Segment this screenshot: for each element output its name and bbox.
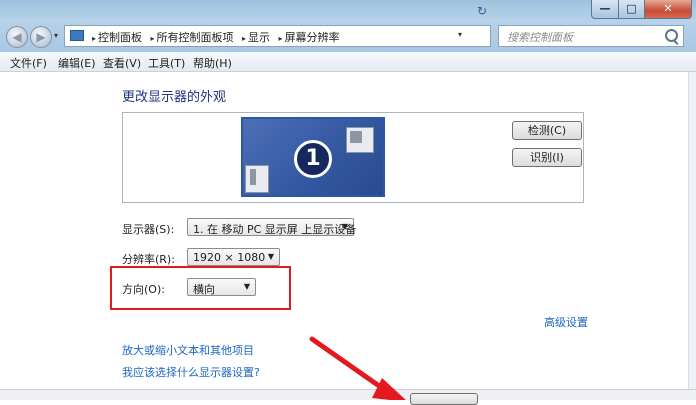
menu-view[interactable]: 查看(V) — [103, 55, 141, 71]
resolution-label: 分辨率(R): — [122, 253, 175, 266]
monitor-number-badge: 1 — [294, 140, 332, 178]
breadcrumb-control-panel[interactable]: 控制面板 — [98, 31, 142, 44]
recent-pages-dropdown[interactable]: ▾ — [54, 31, 58, 40]
display-select[interactable]: 1. 在 移动 PC 显示屏 上显示设备 ▼ — [187, 218, 357, 236]
search-placeholder: 搜索控制面板 — [507, 31, 573, 44]
display-settings-help-link[interactable]: 我应该选择什么显示器设置? — [122, 364, 260, 380]
close-icon: ✕ — [663, 2, 673, 15]
breadcrumb: ▸ 控制面板 ▸ 所有控制面板项 ▸ 显示 ▸ 屏幕分辨率 — [89, 29, 342, 45]
sidebar-thumbnail-icon — [245, 165, 269, 193]
resolution-select-value: 1920 × 1080 — [193, 251, 266, 264]
footer-bar — [0, 390, 696, 400]
address-dropdown-icon[interactable]: ▾ — [458, 30, 462, 39]
resolution-select[interactable]: 1920 × 1080 ▼ — [187, 248, 280, 266]
ok-button[interactable] — [410, 393, 478, 405]
menu-edit[interactable]: 编辑(E) — [58, 55, 96, 71]
breadcrumb-all-items[interactable]: 所有控制面板项 — [157, 31, 234, 44]
back-button[interactable]: ◀ — [6, 26, 28, 48]
breadcrumb-separator-icon[interactable]: ▸ — [151, 34, 155, 43]
magnify-text-link[interactable]: 放大或缩小文本和其他项目 — [122, 342, 254, 358]
menu-tools[interactable]: 工具(T) — [148, 55, 185, 71]
close-button[interactable]: ✕ — [644, 0, 692, 19]
forward-arrow-icon: ▶ — [36, 30, 46, 44]
breadcrumb-display[interactable]: 显示 — [248, 31, 270, 44]
identify-button[interactable]: 识别(I) — [512, 148, 582, 167]
search-icon[interactable] — [665, 29, 678, 42]
menu-bar: 文件(F) 编辑(E) 查看(V) 工具(T) 帮助(H) — [0, 52, 696, 72]
minimize-icon: — — [599, 2, 611, 15]
advanced-settings-link[interactable]: 高级设置 — [544, 314, 588, 330]
back-arrow-icon: ◀ — [12, 30, 22, 44]
vertical-scrollbar[interactable] — [688, 72, 696, 400]
orientation-highlight-box — [110, 266, 291, 310]
display-label: 显示器(S): — [122, 223, 175, 236]
forward-button[interactable]: ▶ — [30, 26, 52, 48]
breadcrumb-screen-resolution[interactable]: 屏幕分辨率 — [285, 31, 340, 44]
chevron-down-icon: ▼ — [267, 252, 274, 261]
menu-file[interactable]: 文件(F) — [10, 55, 47, 71]
window-thumbnail-icon — [346, 127, 374, 153]
breadcrumb-separator-icon[interactable]: ▸ — [92, 34, 96, 43]
minimize-button[interactable]: — — [591, 0, 619, 19]
refresh-icon[interactable]: ↻ — [474, 4, 490, 18]
chevron-down-icon: ▼ — [341, 222, 348, 231]
display-select-value: 1. 在 移动 PC 显示屏 上显示设备 — [193, 223, 357, 236]
breadcrumb-separator-icon[interactable]: ▸ — [279, 34, 283, 43]
control-panel-icon — [70, 30, 84, 41]
menu-help[interactable]: 帮助(H) — [193, 55, 232, 71]
breadcrumb-separator-icon[interactable]: ▸ — [242, 34, 246, 43]
monitor-1-preview[interactable]: 1 — [241, 117, 385, 197]
address-bar[interactable]: ▸ 控制面板 ▸ 所有控制面板项 ▸ 显示 ▸ 屏幕分辨率 ▾ — [64, 25, 491, 47]
search-input[interactable]: 搜索控制面板 — [498, 25, 684, 47]
maximize-icon: □ — [626, 2, 637, 15]
maximize-button[interactable]: □ — [618, 0, 645, 19]
detect-button[interactable]: 检测(C) — [512, 121, 582, 140]
page-title: 更改显示器的外观 — [122, 90, 227, 105]
